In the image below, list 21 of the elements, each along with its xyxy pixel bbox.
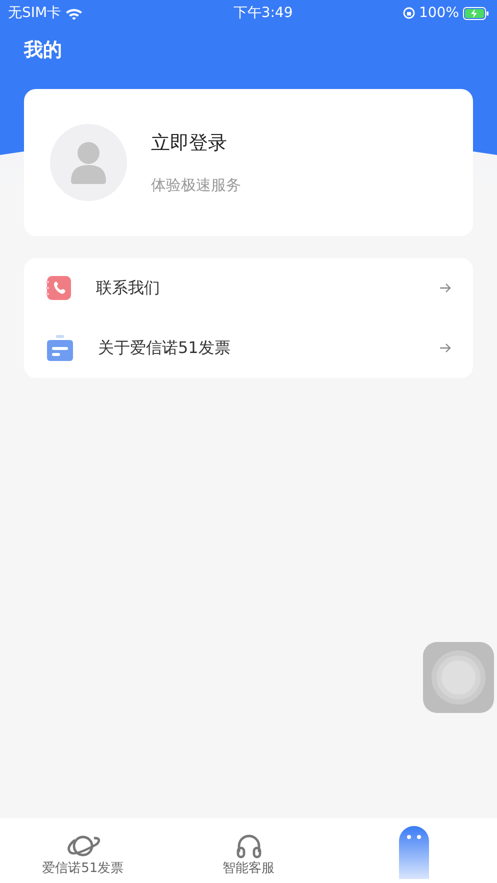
menu-item[interactable]: 关于爱信诺51发票 (24, 318, 473, 378)
page-title: 我的 (24, 39, 62, 61)
profile-card[interactable]: 立即登录 体验极速服务 (24, 89, 473, 236)
carrier-text: 无SIM卡 (8, 4, 62, 22)
ghost-mascot-icon (397, 825, 432, 879)
phone-book-icon (46, 275, 72, 301)
time-text: 下午3:49 (233, 4, 293, 22)
menu-item[interactable]: 联系我们 (24, 258, 473, 318)
wifi-icon (65, 6, 84, 20)
battery-charging-icon (463, 6, 489, 20)
briefcase-icon (46, 334, 74, 362)
assistive-touch-button[interactable] (423, 642, 494, 713)
arrow-right-icon (439, 283, 451, 293)
tab-item[interactable]: 智能客服 (166, 818, 332, 883)
rotation-lock-icon (402, 7, 415, 19)
headset-icon (234, 832, 262, 859)
tab-item[interactable]: 爱信诺51发票 (0, 818, 166, 883)
profile-subtitle: 体验极速服务 (151, 174, 241, 196)
arrow-right-icon (439, 343, 451, 353)
battery-text: 100% (418, 4, 459, 22)
login-link[interactable]: 立即登录 (151, 129, 241, 158)
